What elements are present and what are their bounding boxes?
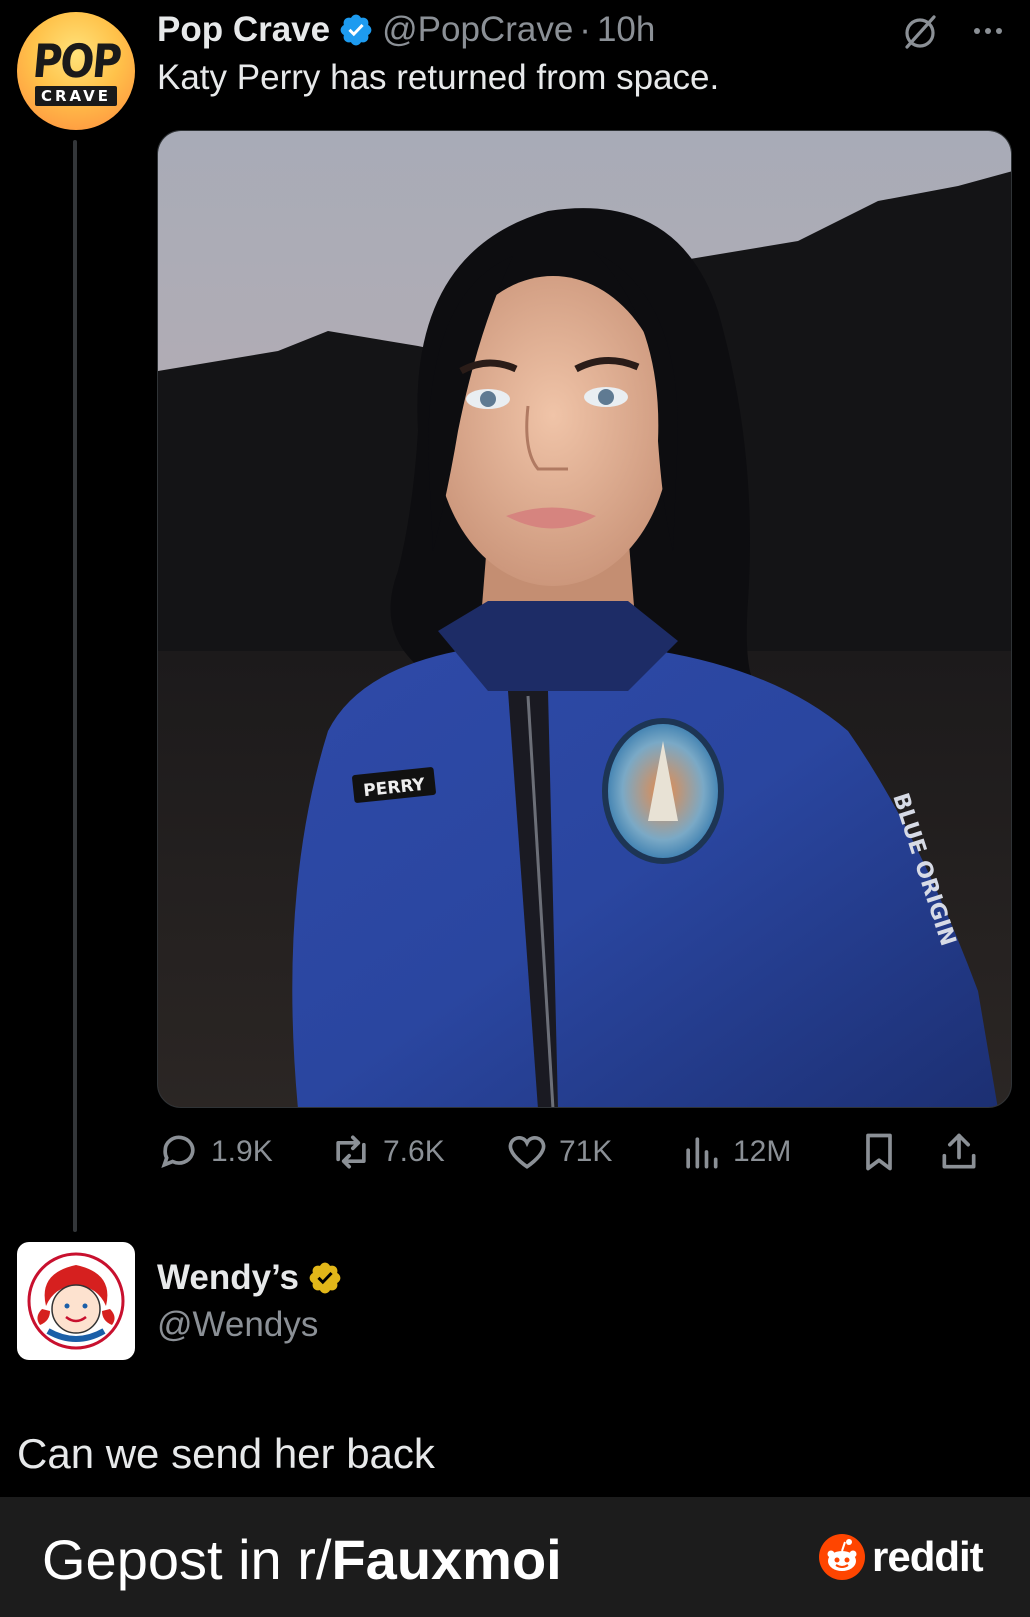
bookmark-button[interactable] — [857, 1127, 911, 1177]
tweet-text: Katy Perry has returned from space. — [157, 58, 720, 97]
like-button[interactable]: 71K — [505, 1127, 612, 1177]
views-button[interactable]: 12M — [679, 1127, 791, 1177]
reddit-logo: reddit — [818, 1529, 984, 1585]
meta-separator: · — [579, 10, 591, 49]
wendys-avatar[interactable] — [17, 1242, 135, 1360]
like-count: 71K — [559, 1135, 613, 1168]
avatar-logo-pop: POP — [30, 35, 122, 89]
reddit-wordmark: reddit — [872, 1533, 984, 1580]
share-icon — [942, 1133, 976, 1169]
post-time[interactable]: 10h — [597, 10, 655, 50]
share-button[interactable] — [937, 1127, 991, 1177]
popcrave-avatar[interactable]: POP CRAVE — [17, 12, 135, 130]
author-name[interactable]: Pop Crave — [157, 10, 330, 50]
reply-icon — [161, 1135, 195, 1169]
posted-in-label[interactable]: Gepost in r/Fauxmoi — [42, 1527, 562, 1592]
repost-button[interactable]: 7.6K — [329, 1127, 445, 1177]
reply-text: Can we send her back — [17, 1430, 435, 1477]
subreddit-name: Fauxmoi — [331, 1528, 562, 1591]
grok-icon[interactable] — [900, 12, 940, 52]
reply-author-row: Wendy’s — [157, 1258, 351, 1298]
tweet-media-image[interactable]: PERRY BLUE ORIGIN — [157, 130, 1012, 1108]
author-handle[interactable]: @PopCrave — [382, 10, 573, 50]
repost-icon — [336, 1135, 366, 1169]
repost-count: 7.6K — [383, 1135, 445, 1168]
thread-line — [73, 140, 77, 1232]
reply-count: 1.9K — [211, 1135, 273, 1168]
reddit-snoo-icon — [819, 1534, 865, 1580]
posted-prefix: Gepost in r/ — [42, 1528, 332, 1591]
views-icon — [686, 1137, 718, 1169]
reply-author-handle[interactable]: @Wendys — [157, 1305, 318, 1345]
reddit-footer: Gepost in r/Fauxmoi reddit — [0, 1497, 1030, 1617]
bookmark-icon — [866, 1133, 892, 1171]
wendys-logo — [27, 1252, 125, 1350]
reply-button[interactable]: 1.9K — [157, 1127, 273, 1177]
verified-badge-icon — [340, 14, 372, 46]
reply-author-name[interactable]: Wendy’s — [157, 1258, 299, 1298]
tweet-actions: 1.9K 7.6K 71K 12M — [157, 1127, 1012, 1177]
like-icon — [508, 1136, 546, 1169]
avatar-logo-crave: CRAVE — [34, 86, 117, 106]
gold-verified-badge-icon — [309, 1262, 341, 1294]
more-icon[interactable] — [968, 18, 1008, 44]
tweet-header: Pop Crave @PopCrave · 10h — [157, 10, 655, 50]
views-count: 12M — [733, 1135, 792, 1168]
